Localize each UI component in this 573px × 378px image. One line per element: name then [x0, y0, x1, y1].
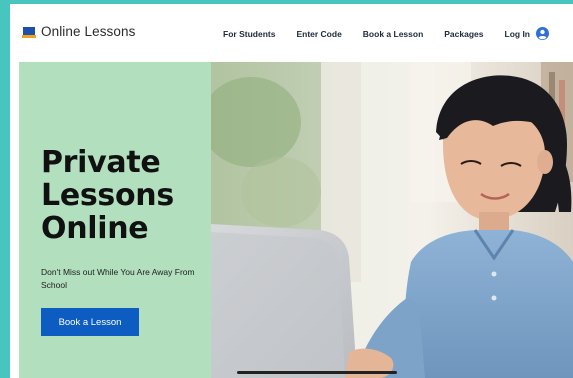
user-circle-icon: [536, 27, 549, 40]
site-header: Online Lessons For Students Enter Code B…: [10, 4, 573, 62]
hero-section: Private Lessons Online Don't Miss out Wh…: [19, 62, 573, 378]
nav-book-a-lesson[interactable]: Book a Lesson: [363, 29, 423, 39]
nav-packages[interactable]: Packages: [444, 29, 483, 39]
nav-enter-code[interactable]: Enter Code: [296, 29, 341, 39]
laptop-icon[interactable]: [22, 27, 36, 38]
girl-with-laptop-illustration: [211, 62, 573, 378]
headline-line: Online: [41, 211, 149, 246]
login-label: Log In: [504, 28, 531, 39]
hero-photo: [211, 62, 573, 378]
brand-name[interactable]: Online Lessons: [41, 24, 135, 39]
headline-line: Private: [41, 145, 161, 180]
headline-line: Lessons: [41, 178, 174, 213]
hero-headline: Private Lessons Online: [41, 146, 211, 245]
hero-panel: Private Lessons Online Don't Miss out Wh…: [19, 62, 211, 378]
hero-subtext: Don't Miss out While You Are Away From S…: [41, 267, 195, 290]
nav-for-students[interactable]: For Students: [223, 29, 275, 39]
login-link[interactable]: Log In: [504, 27, 549, 40]
book-a-lesson-button[interactable]: Book a Lesson: [41, 308, 139, 336]
scroll-indicator[interactable]: [237, 371, 397, 374]
browser-viewport: Online Lessons For Students Enter Code B…: [10, 4, 573, 378]
main-nav: For Students Enter Code Book a Lesson Pa…: [223, 27, 549, 40]
